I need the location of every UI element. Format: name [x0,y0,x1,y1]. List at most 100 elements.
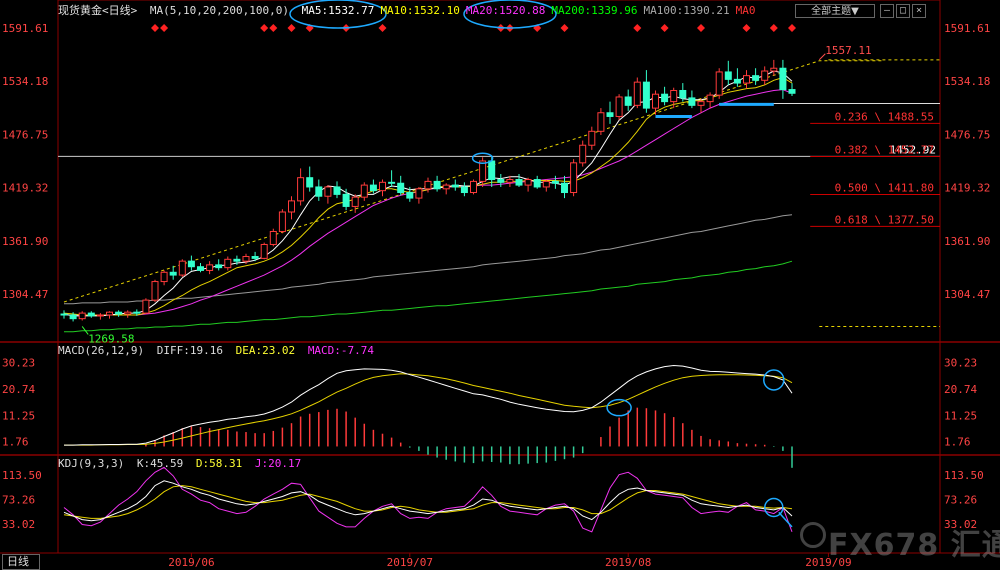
candle [351,194,359,213]
kdj-d-label: D:58.31 [195,457,243,470]
symbol-title[interactable]: 现货黄金<日线> [58,4,137,17]
candle [297,168,305,206]
ma100-line [64,214,793,305]
signal-diamond-icon [269,24,278,32]
macd-value-label: MACD:-7.74 [307,344,375,357]
period-tab-daily[interactable]: 日线 [2,554,40,570]
candle-body [369,184,377,192]
candle-body [752,75,760,81]
candle-body [133,311,141,314]
candle [106,311,113,319]
signal-diamond-icon [260,24,269,32]
restore-icon[interactable]: □ [896,4,910,18]
candle-body [151,281,159,301]
candle-body [96,314,104,317]
candle-body [124,311,132,315]
candle-body [233,258,241,262]
candle-body [770,67,778,72]
candle-body [115,311,123,315]
candle [770,59,778,76]
candle [160,270,168,286]
macd-y-tick-right: 20.74 [944,383,977,396]
candle-body [187,260,195,268]
candle-body [60,313,68,316]
candle-body [670,89,678,103]
close-icon[interactable]: × [912,4,926,18]
kdj-y-tick-left: 73.26 [2,493,35,506]
price-chart-canvas: 1591.61 1591.61 1534.18 1534.18 1476.75 1476.… [0,0,1000,569]
candle-body [715,71,723,96]
macd-y-tick-left: 1.76 [2,436,29,449]
high-annotation: 1557.11 [825,44,871,57]
macd-y-tick-left: 20.74 [2,383,35,396]
x-tick-label: 2019/07 [387,556,433,569]
candle [388,170,396,187]
ma-value-4: MA100:1390.21 [643,4,730,17]
candle [542,179,550,192]
candle-body [533,179,541,188]
candle [224,256,232,271]
candle [115,310,123,317]
candle-body [688,97,696,106]
candle-body [415,188,423,199]
candle-body [588,130,596,146]
theme-select-button[interactable]: 全部主题▼ [795,4,875,18]
signal-diamond-icon [697,24,705,32]
candle [197,263,204,273]
candle-body [69,314,77,320]
candle [533,175,541,189]
candle [78,311,86,321]
price-y-tick-right: 1361.90 [944,235,990,248]
price-y-tick-left: 1476.75 [2,128,48,141]
candle [415,186,423,204]
candle [779,59,787,99]
candle [642,70,650,113]
candle [360,182,368,201]
price-y-tick-right: 1476.75 [944,128,990,141]
candle [433,175,441,192]
candle-body [215,264,223,269]
candle [60,310,68,319]
minimize-icon[interactable]: – [880,4,894,18]
candle [260,242,268,260]
candle-body [288,200,295,213]
candle [579,140,587,167]
candle [570,159,578,197]
candle [752,68,760,85]
candle-body [661,93,669,103]
candle-body [579,144,587,164]
candle-body [606,112,614,117]
candle-body [324,186,332,197]
candle-body [697,101,705,106]
candle [442,183,450,195]
price-y-tick-right: 1419.32 [944,182,990,195]
signal-diamond-icon [769,24,778,32]
candle-body [524,179,532,186]
candle [379,179,386,197]
ma-value-3: MA200:1339.96 [551,4,638,17]
macd-y-tick-left: 30.23 [2,357,35,370]
candle [187,255,195,271]
candle-body [497,179,505,183]
signal-diamond-icon [287,24,296,32]
kdj-y-tick-right: 73.26 [944,493,977,506]
macd-y-tick-left: 11.25 [2,409,35,422]
candle [606,101,614,124]
candle [206,261,214,275]
kdj-y-tick-left: 33.02 [2,518,35,531]
signal-diamond-icon [742,24,751,32]
candle [688,90,696,109]
candle [497,173,505,187]
candle-body [142,299,150,314]
candle-body [433,180,441,190]
ma-value-0: MA5:1532.77 [301,4,375,17]
candle-body [506,179,514,183]
macd-y-tick-right: 30.23 [944,357,977,370]
macd-cross-circle [763,369,785,391]
fib-level-label: 0.500 \ 1411.80 [835,182,934,195]
price-y-tick-right: 1534.18 [944,75,990,88]
candle-body [743,75,750,84]
candle-body [106,311,113,316]
candle-body [570,162,578,194]
signal-diamond-icon [378,24,387,32]
